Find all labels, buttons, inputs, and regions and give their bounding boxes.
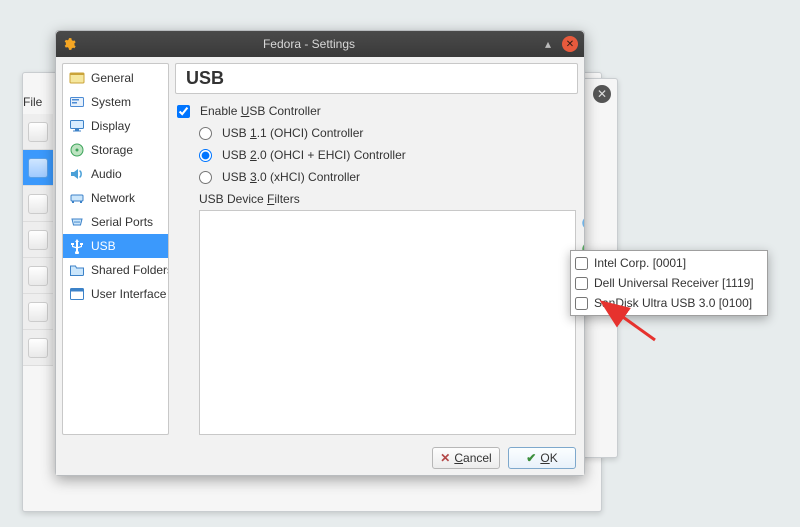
- sidebar-item-network[interactable]: Network: [63, 186, 168, 210]
- sidebar-item-label: Audio: [91, 167, 122, 181]
- sidebar-item-shared-folders[interactable]: Shared Folders: [63, 258, 168, 282]
- sidebar-item-user-interface[interactable]: User Interface: [63, 282, 168, 306]
- enable-usb-label: Enable USB Controller: [200, 104, 321, 118]
- audio-icon: [69, 166, 85, 182]
- sidebar-item-label: USB: [91, 239, 116, 253]
- content-header: USB: [175, 63, 578, 94]
- ok-label: OK: [540, 451, 557, 465]
- sidebar-item-label: User Interface: [91, 287, 166, 301]
- background-toolbar-item: [23, 114, 53, 150]
- sidebar-item-storage[interactable]: Storage: [63, 138, 168, 162]
- background-vm-item-selected: [23, 150, 53, 186]
- radio-label: USB 3.0 (xHCI) Controller: [222, 170, 360, 184]
- sidebar-item-label: Display: [91, 119, 130, 133]
- move-filter-down-button[interactable]: [581, 343, 584, 363]
- close-button[interactable]: ✕: [562, 36, 578, 52]
- background-vm-item: [23, 330, 53, 366]
- sidebar-item-label: Storage: [91, 143, 133, 157]
- cancel-icon: ✕: [440, 451, 450, 465]
- sidebar-item-usb[interactable]: USB: [63, 234, 168, 258]
- sidebar-item-label: Shared Folders: [91, 263, 169, 277]
- background-vm-item: [23, 222, 53, 258]
- settings-sidebar: General System Display Storage Audio Net…: [62, 63, 169, 435]
- sidebar-item-label: System: [91, 95, 131, 109]
- system-icon: [69, 94, 85, 110]
- sidebar-item-general[interactable]: General: [63, 66, 168, 90]
- add-empty-filter-button[interactable]: [581, 213, 584, 233]
- dialog-button-bar: ✕ Cancel ✔ OK: [56, 441, 584, 475]
- sidebar-item-label: Network: [91, 191, 135, 205]
- enable-usb-checkbox[interactable]: Enable USB Controller: [177, 100, 576, 122]
- folder-icon: [69, 262, 85, 278]
- background-vm-item: [23, 186, 53, 222]
- usb-2-0-input[interactable]: [199, 149, 212, 162]
- popup-checkbox[interactable]: [575, 277, 588, 290]
- filters-legend: USB Device Filters: [199, 192, 576, 206]
- background-close-icon: ✕: [593, 85, 611, 103]
- enable-usb-input[interactable]: [177, 105, 190, 118]
- sidebar-item-label: General: [91, 71, 134, 85]
- usb-filters-list[interactable]: [199, 210, 576, 435]
- sidebar-item-audio[interactable]: Audio: [63, 162, 168, 186]
- background-file-menu: File: [23, 95, 53, 109]
- display-icon: [69, 118, 85, 134]
- popup-item[interactable]: Intel Corp. [0001]: [575, 253, 763, 273]
- popup-item-label: SanDisk Ultra USB 3.0 [0100]: [594, 296, 752, 310]
- ui-icon: [69, 286, 85, 302]
- content-panel: USB Enable USB Controller USB 1.1 (OHCI)…: [175, 63, 578, 435]
- usb-icon: [69, 238, 85, 254]
- usb-1-1-input[interactable]: [199, 127, 212, 140]
- move-filter-up-button[interactable]: [581, 317, 584, 337]
- usb-version-radio-group: USB 1.1 (OHCI) Controller USB 2.0 (OHCI …: [199, 122, 576, 188]
- ok-button[interactable]: ✔ OK: [508, 447, 576, 469]
- popup-item[interactable]: SanDisk Ultra USB 3.0 [0100]: [575, 293, 763, 313]
- popup-checkbox[interactable]: [575, 297, 588, 310]
- shade-button[interactable]: ▴: [540, 36, 556, 52]
- usb-1-1-radio[interactable]: USB 1.1 (OHCI) Controller: [199, 122, 576, 144]
- radio-label: USB 1.1 (OHCI) Controller: [222, 126, 363, 140]
- cancel-label: Cancel: [454, 451, 491, 465]
- sidebar-item-label: Serial Ports: [91, 215, 153, 229]
- usb-2-0-radio[interactable]: USB 2.0 (OHCI + EHCI) Controller: [199, 144, 576, 166]
- background-vm-item: [23, 258, 53, 294]
- usb-3-0-input[interactable]: [199, 171, 212, 184]
- network-icon: [69, 190, 85, 206]
- sidebar-item-display[interactable]: Display: [63, 114, 168, 138]
- sidebar-item-serial-ports[interactable]: Serial Ports: [63, 210, 168, 234]
- radio-label: USB 2.0 (OHCI + EHCI) Controller: [222, 148, 406, 162]
- ok-icon: ✔: [526, 451, 536, 465]
- popup-checkbox[interactable]: [575, 257, 588, 270]
- general-icon: [69, 70, 85, 86]
- usb-3-0-radio[interactable]: USB 3.0 (xHCI) Controller: [199, 166, 576, 188]
- storage-icon: [69, 142, 85, 158]
- serial-icon: [69, 214, 85, 230]
- cancel-button[interactable]: ✕ Cancel: [432, 447, 500, 469]
- titlebar[interactable]: Fedora - Settings ▴ ✕: [56, 31, 584, 57]
- sidebar-item-system[interactable]: System: [63, 90, 168, 114]
- page-title: USB: [186, 68, 567, 89]
- gear-icon: [62, 37, 76, 51]
- popup-item-label: Intel Corp. [0001]: [594, 256, 686, 270]
- settings-dialog: Fedora - Settings ▴ ✕ General System Dis…: [55, 30, 585, 476]
- popup-item-label: Dell Universal Receiver [1119]: [594, 276, 754, 290]
- background-vm-item: [23, 294, 53, 330]
- popup-item[interactable]: Dell Universal Receiver [1119]: [575, 273, 763, 293]
- usb-device-popup[interactable]: Intel Corp. [0001] Dell Universal Receiv…: [570, 250, 768, 316]
- window-title: Fedora - Settings: [84, 37, 534, 51]
